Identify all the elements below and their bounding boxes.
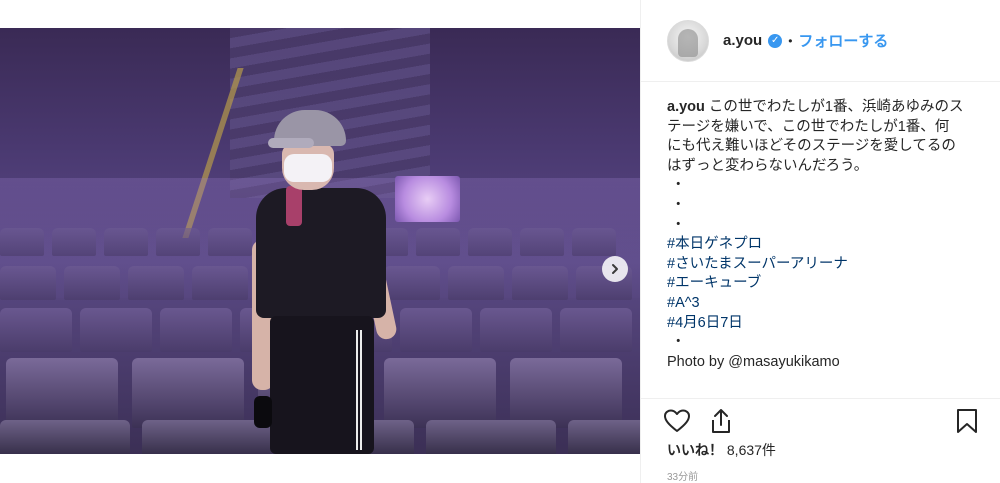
bookmark-icon — [957, 409, 977, 433]
hashtag-link[interactable]: #4月6日7日 — [667, 314, 983, 334]
caption-dot: ・ — [671, 334, 686, 351]
seat — [52, 228, 96, 256]
seat — [0, 420, 130, 454]
post-header: a.you ✓ • フォローする — [641, 0, 1000, 82]
next-slide-button[interactable] — [602, 256, 628, 282]
seat — [480, 308, 552, 352]
photo-subject — [248, 90, 408, 454]
photo-credit: Photo by @masayukikamo — [667, 353, 983, 373]
chevron-right-icon — [612, 264, 618, 274]
header-separator: • — [788, 33, 793, 48]
caption-dot: ・ — [671, 216, 686, 233]
seat — [568, 420, 640, 454]
caption-line: はずっと変わらないんだろう。 — [667, 157, 869, 174]
seat — [512, 266, 568, 300]
username-link[interactable]: a.you — [723, 32, 762, 49]
seat — [192, 266, 248, 300]
seat — [426, 420, 556, 454]
subject-microphone — [254, 396, 272, 428]
photo-credit-prefix: Photo by — [667, 353, 729, 370]
like-button[interactable] — [663, 407, 691, 435]
post-photo[interactable] — [0, 28, 640, 454]
seat — [448, 266, 504, 300]
hashtag-link[interactable]: #エーキューブ — [667, 274, 983, 294]
like-number: 8,637件 — [726, 442, 776, 458]
seat — [0, 308, 72, 352]
seat — [80, 308, 152, 352]
seat — [132, 358, 244, 428]
post-media-area — [0, 0, 640, 483]
seat — [104, 228, 148, 256]
caption-text: この世でわたしが1番、浜崎あゆみのス — [708, 99, 964, 115]
post-side-panel: a.you ✓ • フォローする a.you この世でわたしが1番、浜崎あゆみのス… — [640, 0, 1000, 483]
heart-icon — [664, 409, 690, 432]
post-caption: a.you この世でわたしが1番、浜崎あゆみのス テージを嫌いで、この世でわたしが… — [667, 98, 983, 372]
caption-line: にも代え難いほどそのステージを愛してるの — [667, 138, 956, 155]
caption-dot: ・ — [671, 196, 686, 213]
share-button[interactable] — [707, 407, 735, 435]
seat — [572, 228, 616, 256]
seat — [416, 228, 460, 256]
seat — [160, 308, 232, 352]
caption-dot: ・ — [671, 177, 686, 194]
caption-author-link[interactable]: a.you — [667, 99, 705, 115]
like-label: いいね！ — [667, 442, 723, 458]
share-icon — [712, 409, 730, 433]
subject-pants-stripe — [356, 330, 362, 450]
seat — [520, 228, 564, 256]
subject-cap-brim — [268, 138, 314, 148]
seat — [560, 308, 632, 352]
seat — [468, 228, 512, 256]
caption-line: テージを嫌いで、この世でわたしが1番、何 — [667, 118, 950, 135]
caption-line: a.you この世でわたしが1番、浜崎あゆみのス — [667, 98, 983, 118]
subject-hair — [286, 186, 302, 226]
subject-face-mask — [284, 154, 332, 182]
avatar[interactable] — [667, 19, 709, 62]
hashtag-link[interactable]: #さいたまスーパーアリーナ — [667, 255, 983, 275]
follow-button[interactable]: フォローする — [798, 30, 888, 51]
subject-hoodie — [256, 188, 386, 318]
verified-badge-icon: ✓ — [768, 33, 783, 48]
seat — [64, 266, 120, 300]
hashtag-link[interactable]: #A^3 — [667, 294, 983, 314]
photo-credit-handle[interactable]: @masayukikamo — [728, 354, 839, 370]
hashtag-link[interactable]: #本日ゲネプロ — [667, 235, 983, 255]
seat — [0, 266, 56, 300]
seat — [6, 358, 118, 428]
post-actions — [641, 398, 1000, 438]
save-button[interactable] — [953, 407, 981, 435]
seat — [208, 228, 252, 256]
post-timestamp[interactable]: 33分前 — [667, 468, 698, 483]
seat — [128, 266, 184, 300]
seat — [400, 308, 472, 352]
like-count[interactable]: いいね！ 8,637件 — [667, 440, 776, 460]
seat — [510, 358, 622, 428]
seat — [0, 228, 44, 256]
seat — [156, 228, 200, 256]
